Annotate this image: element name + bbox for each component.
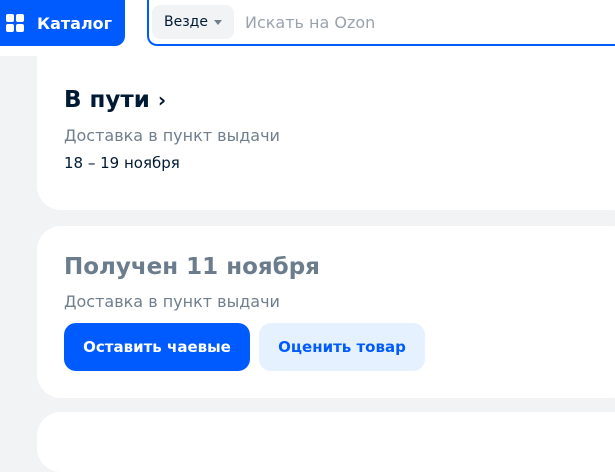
order-card-in-transit: В пути › Доставка в пункт выдачи 18 – 19… [37, 56, 615, 210]
top-bar: Каталог Везде [0, 0, 615, 56]
order-status-link[interactable]: В пути › [64, 87, 166, 113]
order-status-title: В пути [64, 87, 150, 113]
grid-icon [6, 14, 24, 32]
search-scope-dropdown[interactable]: Везде [152, 5, 234, 39]
chevron-down-icon [213, 19, 222, 25]
catalog-label: Каталог [37, 13, 113, 33]
search-input[interactable] [242, 11, 615, 33]
leave-tip-button[interactable]: Оставить чаевые [64, 323, 250, 371]
delivery-dates: 18 – 19 ноября [64, 154, 180, 172]
catalog-button[interactable]: Каталог [0, 0, 125, 46]
search-bar: Везде [147, 0, 615, 46]
left-gutter [0, 56, 22, 440]
delivery-type-label: Доставка в пункт выдачи [64, 126, 280, 145]
delivery-type-label: Доставка в пункт выдачи [64, 292, 280, 311]
order-card-received: Получен 11 ноября Доставка в пункт выдач… [37, 226, 615, 398]
rate-product-button[interactable]: Оценить товар [259, 323, 425, 371]
search-scope-label: Везде [164, 14, 208, 30]
order-status-title: Получен 11 ноября [64, 254, 320, 280]
order-card-next [37, 412, 615, 472]
chevron-right-icon: › [157, 88, 167, 112]
